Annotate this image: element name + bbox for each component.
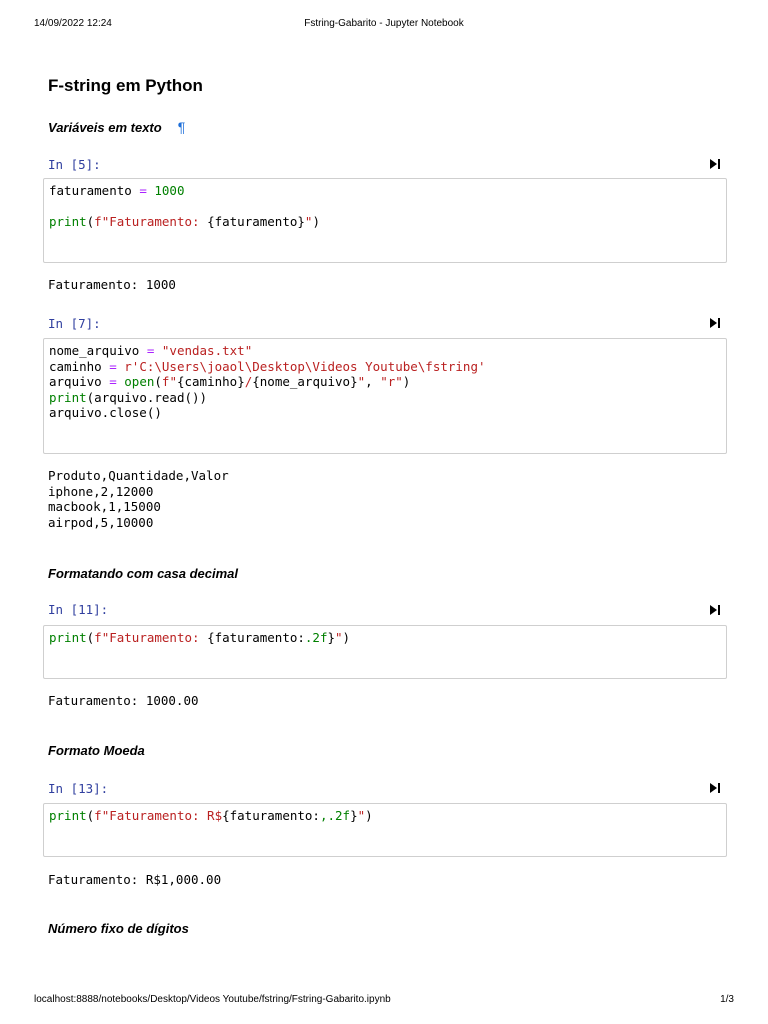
run-cell-icon[interactable]	[709, 317, 721, 329]
code-cell[interactable]: print(f"Faturamento: {faturamento:.2f}")	[43, 625, 727, 679]
code-line: arquivo = open(f"{caminho}/{nome_arquivo…	[49, 374, 411, 389]
code-cell[interactable]: faturamento = 1000 print(f"Faturamento: …	[43, 178, 727, 263]
output-line: airpod,5,10000	[48, 514, 154, 530]
cell-output: Faturamento: R$1,000.00	[48, 872, 221, 888]
code-line: caminho = r'C:\Users\joaol\Desktop\Video…	[49, 358, 486, 374]
cell-prompt: In [7]:	[48, 316, 101, 331]
code-line: print(f"Faturamento: {faturamento:.2f}")	[49, 630, 351, 645]
run-cell-icon[interactable]	[709, 604, 721, 616]
cell-prompt: In [5]:	[48, 157, 101, 172]
print-url: localhost:8888/notebooks/Desktop/Videos …	[34, 994, 391, 1005]
output-line: macbook,1,15000	[48, 499, 161, 514]
print-footer: localhost:8888/notebooks/Desktop/Videos …	[34, 994, 734, 1006]
section-heading-casa-decimal: Formatando com casa decimal	[48, 566, 239, 581]
section-heading-formato-moeda: Formato Moeda	[48, 743, 145, 758]
run-cell-icon[interactable]	[709, 158, 721, 170]
print-title: Fstring-Gabarito - Jupyter Notebook	[304, 18, 464, 29]
code-line: print(f"Faturamento: R${faturamento:,.2f…	[49, 808, 373, 823]
output-line: Produto,Quantidade,Valor	[48, 468, 229, 483]
cell-output: Faturamento: 1000	[48, 277, 176, 293]
code-line: arquivo.close()	[49, 405, 162, 420]
print-header: 14/09/2022 12:24 Fstring-Gabarito - Jupy…	[34, 18, 734, 30]
code-line: faturamento = 1000	[49, 183, 185, 198]
output-line: Faturamento: 1000.00	[48, 693, 199, 708]
code-line: nome_arquivo = "vendas.txt"	[49, 343, 253, 358]
code-line: print(arquivo.read())	[49, 389, 208, 405]
section-heading-numero-fixo: Número fixo de dígitos	[48, 921, 189, 936]
output-line: Faturamento: 1000	[48, 277, 176, 292]
cell-output: Produto,Quantidade,Valor iphone,2,12000 …	[48, 468, 229, 530]
anchor-link[interactable]: ¶	[178, 119, 186, 135]
section-heading-variaveis: Variáveis em texto ¶	[48, 119, 185, 135]
notebook-title: F-string em Python	[48, 76, 203, 95]
cell-prompt: In [13]:	[48, 781, 109, 796]
code-line: print(f"Faturamento: {faturamento}")	[49, 214, 320, 229]
output-line: iphone,2,12000	[48, 483, 154, 499]
code-cell[interactable]: nome_arquivo = "vendas.txt" caminho = r'…	[43, 338, 727, 454]
page-number: 1/3	[720, 994, 734, 1005]
cell-prompt: In [11]:	[48, 602, 109, 617]
code-cell[interactable]: print(f"Faturamento: R${faturamento:,.2f…	[43, 803, 727, 857]
output-line: Faturamento: R$1,000.00	[48, 872, 222, 887]
run-cell-icon[interactable]	[709, 782, 721, 794]
section-heading-text: Variáveis em texto	[48, 120, 162, 135]
cell-output: Faturamento: 1000.00	[48, 693, 199, 709]
